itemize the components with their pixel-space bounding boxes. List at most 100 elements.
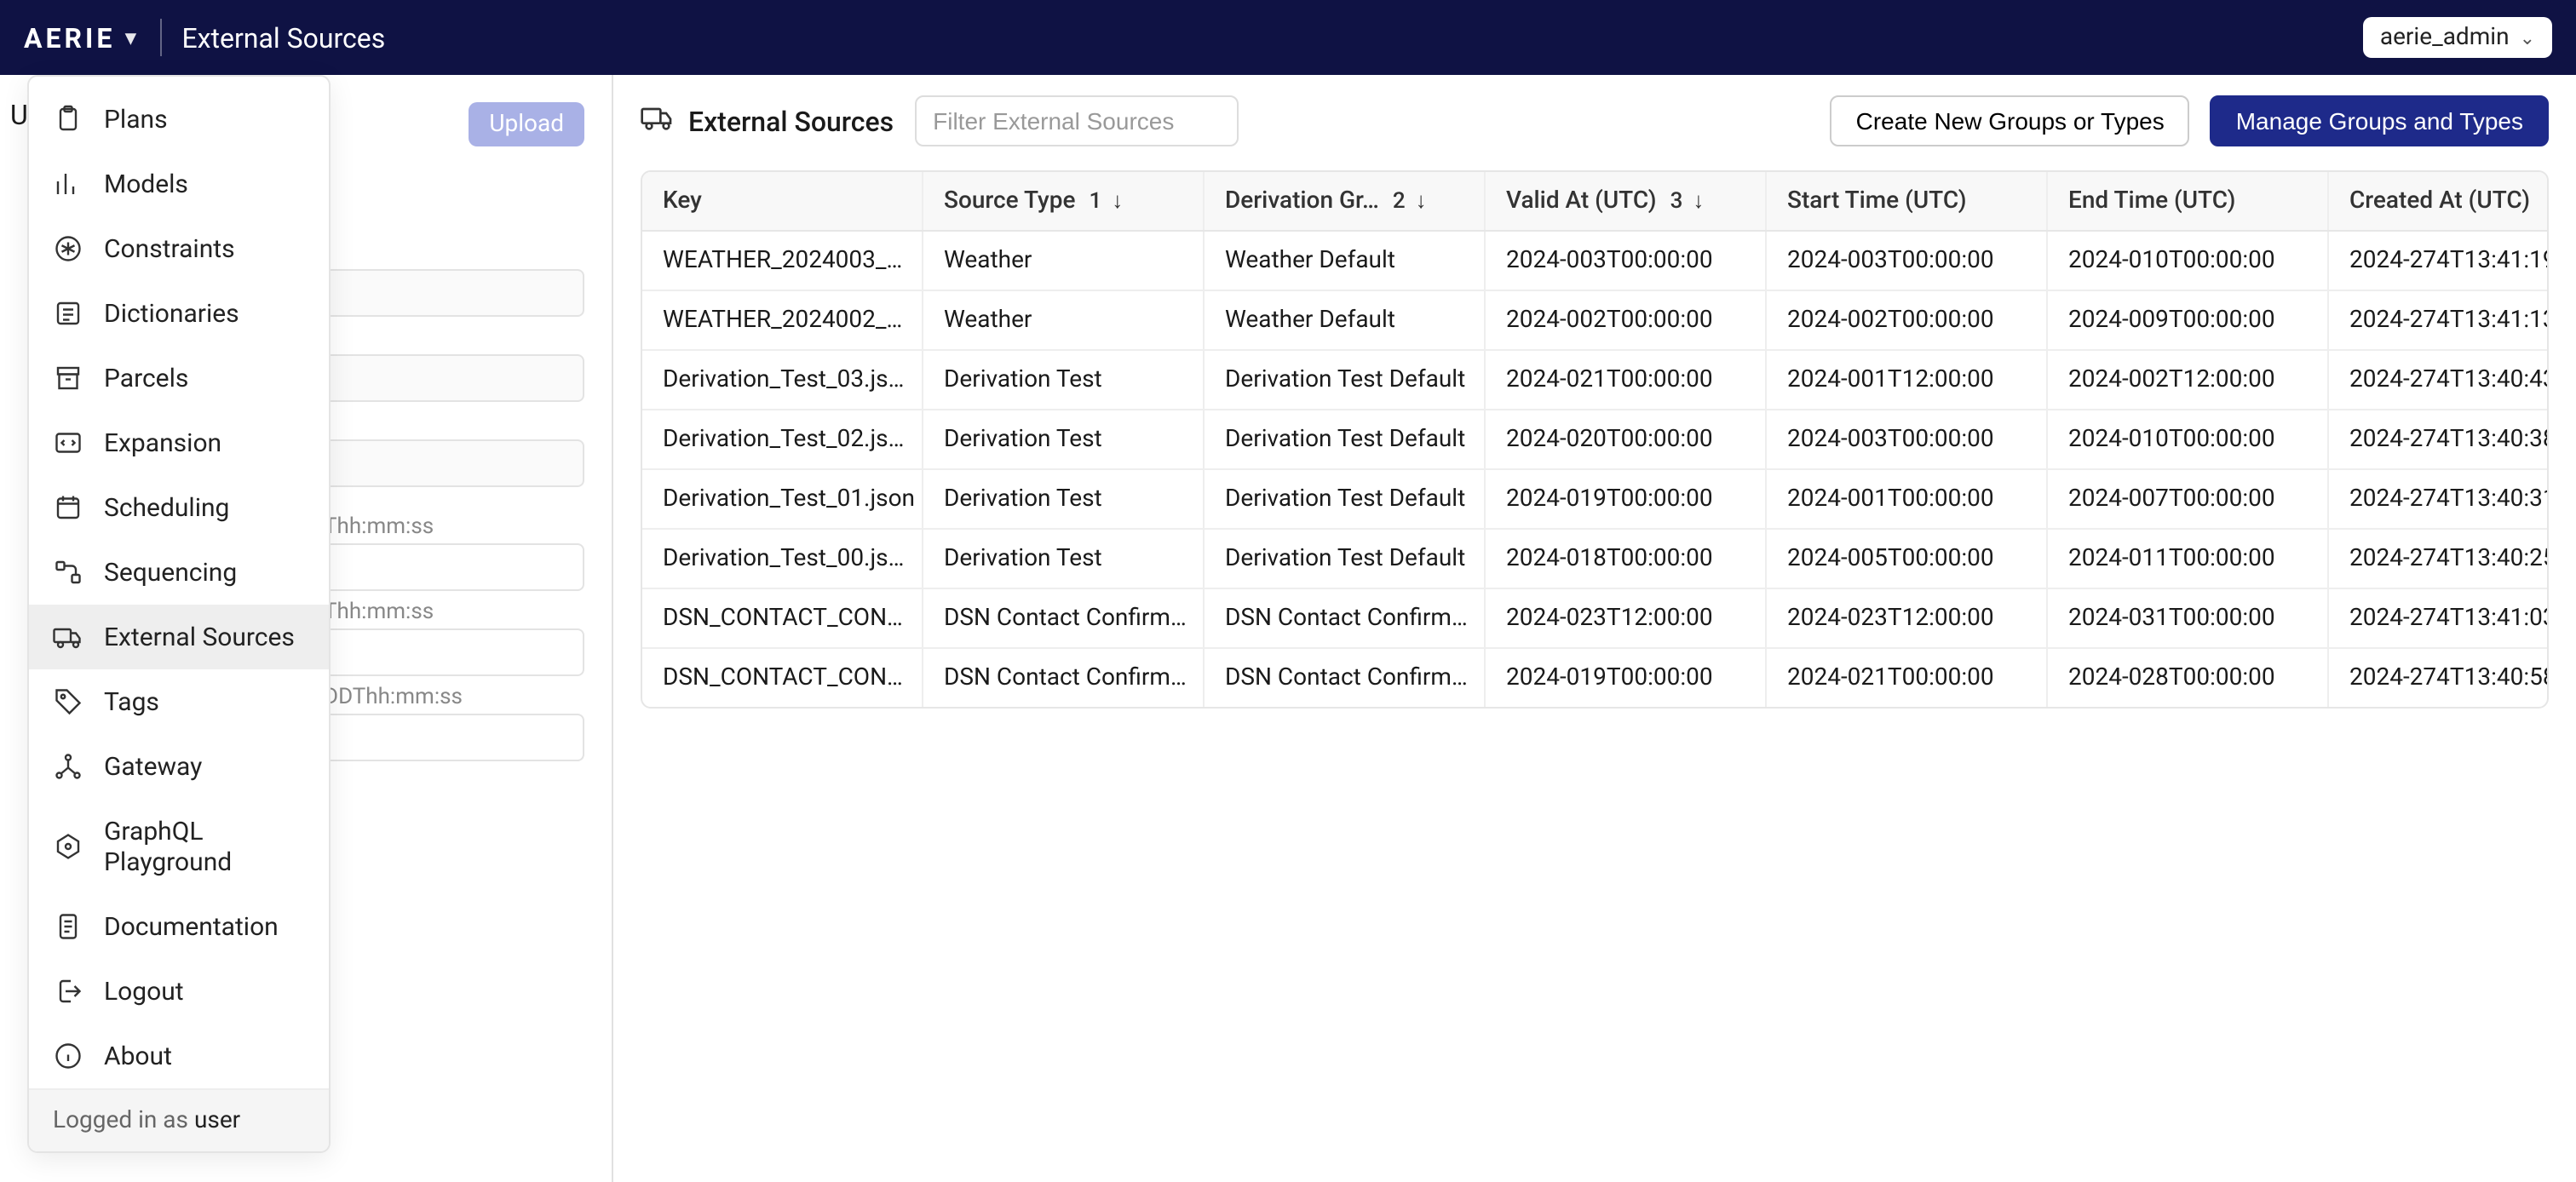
sort-arrow-icon: ↓ <box>1693 187 1704 215</box>
manage-groups-button[interactable]: Manage Groups and Types <box>2211 95 2549 146</box>
placeholder-text: Thh:mm:ss <box>324 600 434 625</box>
nav-item-scheduling[interactable]: Scheduling <box>29 475 329 540</box>
nav-item-sequencing[interactable]: Sequencing <box>29 540 329 605</box>
table-row[interactable]: WEATHER_2024002_…WeatherWeather Default2… <box>642 291 2547 351</box>
nav-item-label: Dictionaries <box>104 298 239 329</box>
user-menu[interactable]: aerie_admin ⌄ <box>2363 17 2552 58</box>
nav-item-tags[interactable]: Tags <box>29 669 329 734</box>
column-header[interactable]: End Time (UTC) <box>2048 172 2329 230</box>
cell-group: Derivation Test Default <box>1205 530 1486 588</box>
cell-valid: 2024-003T00:00:00 <box>1486 232 1767 290</box>
cell-start: 2024-001T00:00:00 <box>1767 470 2048 528</box>
column-header[interactable]: Source Type1↓ <box>923 172 1205 230</box>
clipboard-icon <box>53 104 83 135</box>
input-stub[interactable] <box>320 269 584 317</box>
cell-created: 2024-274T13:40:58.8… <box>2329 649 2547 707</box>
column-header[interactable]: Created At (UTC) <box>2329 172 2547 230</box>
nav-item-dictionaries[interactable]: Dictionaries <box>29 281 329 346</box>
asterisk-icon <box>53 233 83 264</box>
nav-item-external-sources[interactable]: External Sources <box>29 605 329 669</box>
table-row[interactable]: WEATHER_2024003_…WeatherWeather Default2… <box>642 232 2547 291</box>
code-icon <box>53 427 83 458</box>
table-row[interactable]: Derivation_Test_00.js…Derivation TestDer… <box>642 530 2547 589</box>
create-groups-button[interactable]: Create New Groups or Types <box>1831 95 2190 146</box>
cell-group: Derivation Test Default <box>1205 410 1486 468</box>
cell-start: 2024-005T00:00:00 <box>1767 530 2048 588</box>
nav-item-gateway[interactable]: Gateway <box>29 734 329 799</box>
cell-type: Weather <box>923 291 1205 349</box>
chevron-down-icon: ⌄ <box>2520 26 2535 49</box>
table-row[interactable]: DSN_CONTACT_CON…DSN Contact Confirm…DSN … <box>642 649 2547 707</box>
cell-created: 2024-274T13:40:31.9… <box>2329 470 2547 528</box>
cell-key: WEATHER_2024002_… <box>642 291 923 349</box>
cell-created: 2024-274T13:40:43.8… <box>2329 351 2547 409</box>
sources-table: KeySource Type1↓Derivation Gr…2↓Valid At… <box>641 170 2549 709</box>
table-row[interactable]: Derivation_Test_02.js…Derivation TestDer… <box>642 410 2547 470</box>
cell-group: DSN Contact Confirm… <box>1205 589 1486 647</box>
input-stub[interactable] <box>320 354 584 402</box>
input-stub[interactable] <box>320 628 584 676</box>
archive-icon <box>53 363 83 393</box>
input-stub[interactable] <box>320 543 584 591</box>
column-label: Valid At (UTC) <box>1506 187 1657 215</box>
cell-type: Weather <box>923 232 1205 290</box>
sort-order: 2 <box>1393 188 1406 214</box>
cell-group: Derivation Test Default <box>1205 470 1486 528</box>
input-stub[interactable] <box>320 439 584 487</box>
nav-item-expansion[interactable]: Expansion <box>29 410 329 475</box>
calendar-icon <box>53 492 83 523</box>
filter-input[interactable] <box>914 95 1238 146</box>
nav-item-label: Expansion <box>104 427 221 458</box>
nav-item-parcels[interactable]: Parcels <box>29 346 329 410</box>
nav-item-models[interactable]: Models <box>29 152 329 216</box>
flow-icon <box>53 557 83 588</box>
content-heading-text: External Sources <box>688 105 894 137</box>
nav-item-label: About <box>104 1041 172 1071</box>
cell-valid: 2024-019T00:00:00 <box>1486 470 1767 528</box>
bar-chart-icon <box>53 169 83 199</box>
nav-item-label: Documentation <box>104 911 279 942</box>
column-label: Start Time (UTC) <box>1787 187 1967 215</box>
content-area: External Sources Create New Groups or Ty… <box>613 75 2576 1182</box>
nav-item-graphql-playground[interactable]: GraphQL Playground <box>29 799 329 894</box>
cell-end: 2024-007T00:00:00 <box>2048 470 2329 528</box>
sort-order: 1 <box>1089 188 1101 214</box>
column-header[interactable]: Valid At (UTC) 3 ↓ <box>1486 172 1767 230</box>
table-row[interactable]: DSN_CONTACT_CON…DSN Contact Confirm…DSN … <box>642 589 2547 649</box>
cell-valid: 2024-020T00:00:00 <box>1486 410 1767 468</box>
cell-end: 2024-011T00:00:00 <box>2048 530 2329 588</box>
upload-button[interactable]: Upload <box>469 102 584 146</box>
nav-item-documentation[interactable]: Documentation <box>29 894 329 959</box>
cell-end: 2024-009T00:00:00 <box>2048 291 2329 349</box>
nav-item-label: Gateway <box>104 751 202 782</box>
cell-start: 2024-001T12:00:00 <box>1767 351 2048 409</box>
nav-item-label: Tags <box>104 686 159 717</box>
table-row[interactable]: Derivation_Test_01.jsonDerivation TestDe… <box>642 470 2547 530</box>
sort-arrow-icon: ↓ <box>1416 187 1427 215</box>
nav-dropdown: Plans Models Constraints Dictionaries Parcel… <box>27 75 331 1153</box>
nav-item-logout[interactable]: Logout <box>29 959 329 1024</box>
cell-end: 2024-002T12:00:00 <box>2048 351 2329 409</box>
graphql-icon <box>53 831 83 862</box>
sort-order: 3 <box>1670 188 1683 214</box>
cell-end: 2024-010T00:00:00 <box>2048 410 2329 468</box>
content-heading: External Sources <box>641 100 894 141</box>
nav-item-label: Models <box>104 169 188 199</box>
nav-item-plans[interactable]: Plans <box>29 87 329 152</box>
app-logo[interactable]: AERIE ▾ <box>24 21 139 54</box>
column-header[interactable]: Key <box>642 172 923 230</box>
page-title: External Sources <box>181 21 385 54</box>
column-label: Key <box>663 187 702 215</box>
input-stub[interactable] <box>320 714 584 761</box>
cell-end: 2024-010T00:00:00 <box>2048 232 2329 290</box>
column-header[interactable]: Start Time (UTC) <box>1767 172 2048 230</box>
nav-item-about[interactable]: About <box>29 1024 329 1088</box>
column-header[interactable]: Derivation Gr…2↓ <box>1205 172 1486 230</box>
sort-arrow-icon: ↓ <box>1112 187 1123 215</box>
nav-item-label: Scheduling <box>104 492 229 523</box>
placeholder-text: Thh:mm:ss <box>324 514 434 540</box>
info-icon <box>53 1041 83 1071</box>
footer-prefix: Logged in as <box>53 1107 194 1134</box>
nav-item-constraints[interactable]: Constraints <box>29 216 329 281</box>
table-row[interactable]: Derivation_Test_03.js…Derivation TestDer… <box>642 351 2547 410</box>
